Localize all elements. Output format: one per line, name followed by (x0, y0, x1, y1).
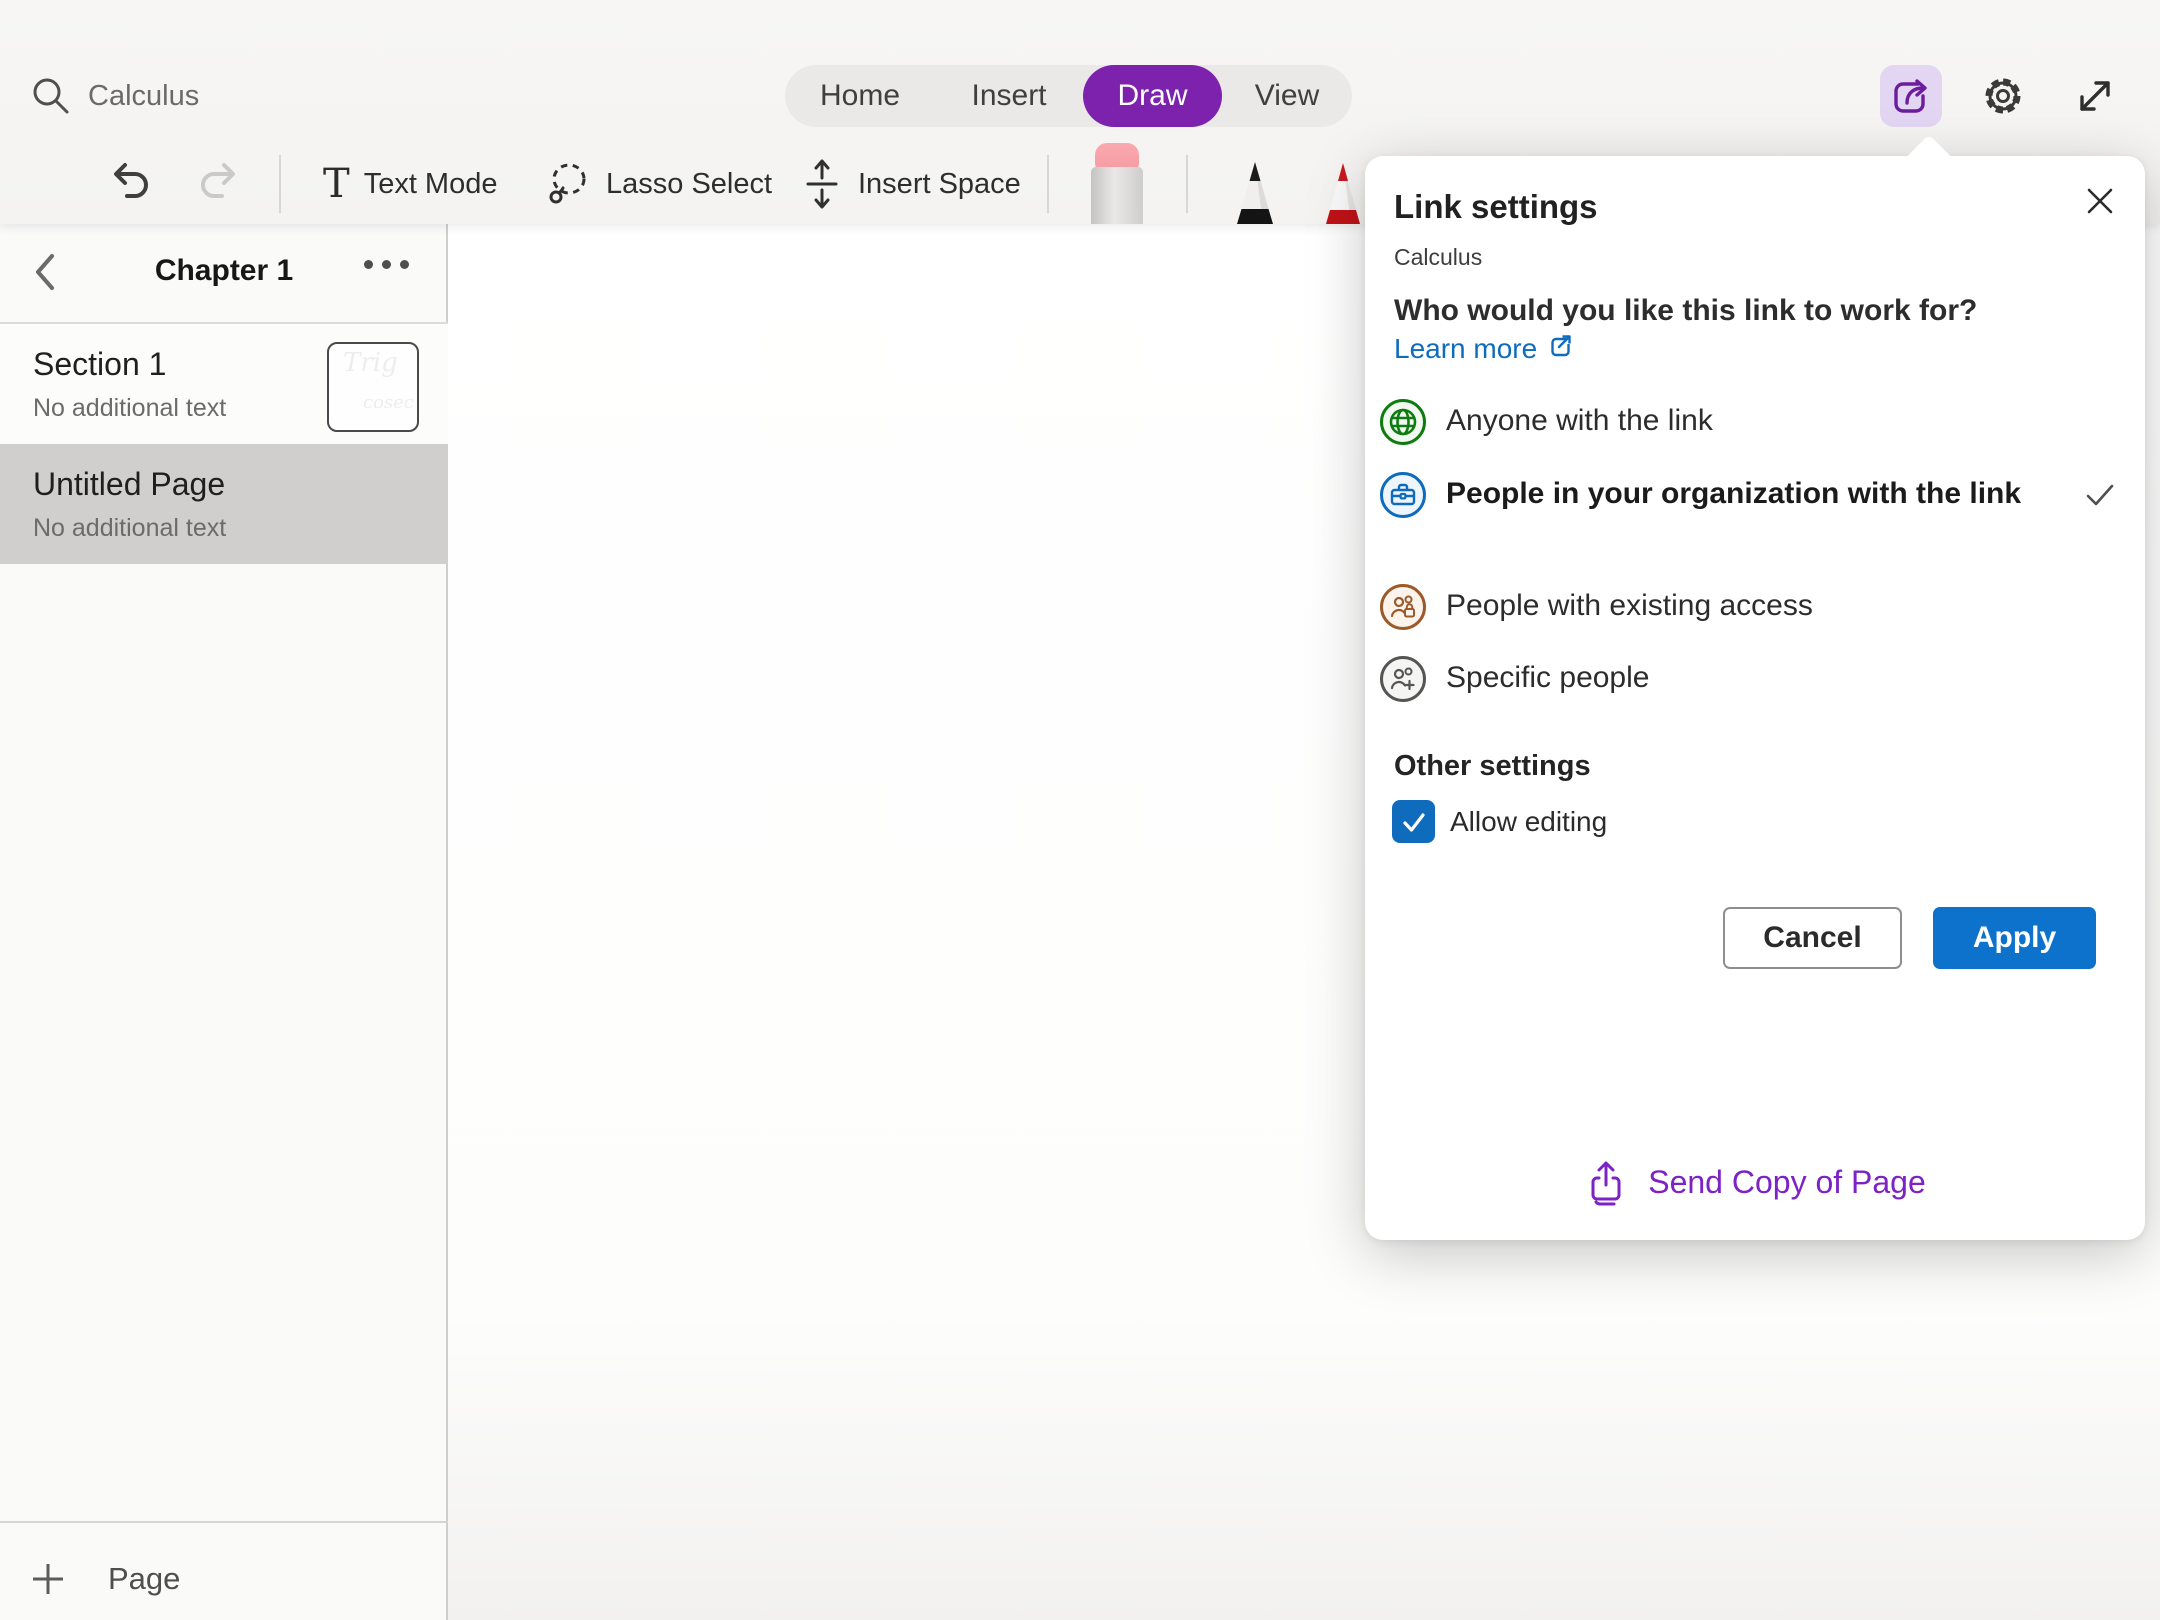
option-label: People in your organization with the lin… (1446, 472, 2021, 516)
add-page-label: Page (108, 1561, 180, 1597)
toolbar-divider (1047, 155, 1049, 213)
text-mode-icon: T (323, 164, 350, 204)
expand-icon (2073, 74, 2117, 118)
send-copy-label: Send Copy of Page (1648, 1164, 1926, 1201)
option-existing-access[interactable]: People with existing access (1380, 584, 2120, 630)
share-button[interactable] (1880, 65, 1942, 127)
undo-button[interactable] (105, 156, 153, 215)
question-text: Who would you like this link to work for… (1394, 294, 1977, 327)
option-people-in-org[interactable]: People in your organization with the lin… (1380, 472, 2120, 518)
option-label: People with existing access (1446, 584, 1813, 628)
option-specific-people[interactable]: Specific people (1380, 656, 2120, 702)
ellipsis-icon (364, 260, 373, 269)
search-bar[interactable]: Calculus (30, 68, 199, 124)
add-page-button[interactable]: Page (30, 1544, 180, 1614)
gear-icon (1980, 73, 2026, 119)
briefcase-icon (1380, 472, 1426, 518)
other-settings-heading: Other settings (1394, 750, 1591, 783)
search-icon (30, 75, 72, 117)
fullscreen-button[interactable] (2064, 65, 2126, 127)
page-item-subtitle: No additional text (33, 394, 226, 423)
undo-icon (105, 156, 153, 210)
option-anyone-with-link[interactable]: Anyone with the link (1380, 399, 2120, 445)
allow-editing-checkbox[interactable] (1392, 800, 1435, 843)
popover-subtitle: Calculus (1394, 244, 1482, 271)
tab-draw[interactable]: Draw (1083, 65, 1222, 127)
send-copy-button[interactable]: Send Copy of Page (1365, 1152, 2145, 1212)
section-more-button[interactable] (364, 260, 409, 269)
allow-editing-label: Allow editing (1450, 800, 1607, 843)
tab-view[interactable]: View (1222, 65, 1352, 127)
text-mode-button[interactable]: T Text Mode (323, 156, 497, 212)
close-button[interactable] (2082, 183, 2118, 219)
divider (0, 1521, 448, 1523)
eraser-tool[interactable] (1091, 143, 1143, 224)
top-right-actions (1880, 65, 2126, 127)
people-add-icon (1380, 656, 1426, 702)
cancel-button[interactable]: Cancel (1723, 907, 1902, 969)
red-pen-icon (1321, 160, 1365, 224)
page-thumbnail: Trig cosec (327, 342, 419, 432)
eraser-body (1091, 167, 1143, 224)
learn-more-link[interactable]: Learn more (1394, 333, 1537, 364)
close-icon (2082, 183, 2118, 219)
toolbar-divider (1186, 155, 1188, 213)
onenote-app: Calculus Home Insert Draw View (0, 0, 2160, 1620)
insert-space-label: Insert Space (858, 168, 1021, 201)
page-list-item-section1[interactable]: Section 1 No additional text Trig cosec (0, 324, 448, 444)
page-list-item-untitled[interactable]: Untitled Page No additional text (0, 444, 448, 564)
page-item-subtitle: No additional text (33, 514, 226, 543)
sidebar-header: Chapter 1 (0, 224, 448, 322)
toolbar-divider (279, 155, 281, 213)
tab-insert[interactable]: Insert (935, 65, 1083, 127)
people-lock-icon (1380, 584, 1426, 630)
black-pen-tool[interactable] (1232, 160, 1278, 224)
settings-button[interactable] (1972, 65, 2034, 127)
checkmark-icon (1397, 805, 1431, 839)
redo-icon (196, 156, 244, 210)
lasso-select-button[interactable]: Lasso Select (544, 152, 772, 216)
share-icon (1890, 75, 1932, 117)
red-pen-tool[interactable] (1321, 160, 1365, 224)
send-copy-icon (1584, 1158, 1628, 1206)
popover-question: Who would you like this link to work for… (1394, 292, 2034, 368)
ribbon-tabs: Home Insert Draw View (785, 65, 1352, 127)
insert-space-button[interactable]: Insert Space (800, 152, 1021, 216)
search-text: Calculus (88, 80, 199, 113)
page-item-title: Section 1 (33, 346, 166, 383)
redo-button[interactable] (196, 156, 244, 215)
globe-icon (1380, 399, 1426, 445)
insert-space-icon (800, 156, 844, 212)
black-pen-icon (1232, 160, 1278, 224)
plus-icon (30, 1561, 66, 1597)
popover-title: Link settings (1394, 188, 1598, 226)
page-item-title: Untitled Page (33, 466, 225, 503)
lasso-select-icon (544, 156, 592, 212)
text-mode-label: Text Mode (364, 168, 498, 201)
option-label: Specific people (1446, 656, 1649, 700)
external-link-icon[interactable] (1546, 332, 1576, 362)
page-sidebar: Chapter 1 Section 1 No additional text T… (0, 224, 448, 1620)
tab-home[interactable]: Home (785, 65, 935, 127)
link-settings-popover: Link settings Calculus Who would you lik… (1365, 156, 2145, 1240)
lasso-select-label: Lasso Select (606, 168, 772, 201)
option-label: Anyone with the link (1446, 399, 1713, 443)
selected-check-icon (2083, 480, 2117, 510)
apply-button[interactable]: Apply (1933, 907, 2096, 969)
